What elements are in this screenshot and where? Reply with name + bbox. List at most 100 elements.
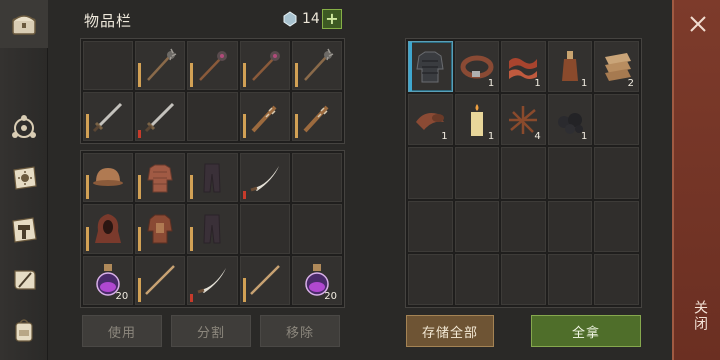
inventory-slot[interactable] — [83, 204, 134, 254]
container-slot[interactable] — [594, 253, 639, 305]
gem-count: 14 — [302, 11, 320, 27]
container-slot[interactable] — [501, 253, 546, 305]
durability-bar — [190, 293, 194, 302]
inventory-slot[interactable] — [291, 204, 342, 254]
container-slot[interactable] — [501, 200, 546, 252]
chest-icon[interactable] — [6, 6, 42, 42]
container-slot[interactable] — [547, 253, 593, 305]
split-button[interactable]: 分割 — [171, 315, 251, 347]
item-quantity: 1 — [581, 131, 588, 143]
inventory-slot[interactable] — [239, 153, 290, 203]
container-slot[interactable] — [547, 147, 593, 199]
inventory-slot[interactable] — [239, 204, 290, 254]
inventory-slot[interactable] — [187, 153, 238, 203]
inventory-slot[interactable] — [291, 153, 342, 203]
durability-bar — [242, 277, 246, 302]
durability-bar — [86, 175, 89, 200]
sun-scroll-icon[interactable] — [6, 160, 42, 196]
close-panel[interactable]: 关闭 — [672, 0, 720, 360]
container-slot[interactable] — [454, 253, 500, 305]
container-slot[interactable] — [501, 147, 546, 199]
weapon-slot[interactable] — [135, 41, 186, 90]
container-slot[interactable]: 1 — [408, 94, 453, 146]
inventory-slot[interactable] — [187, 204, 238, 254]
equipment-weapons-grid — [80, 38, 345, 144]
inventory-slot[interactable] — [187, 255, 238, 305]
durability-bar — [190, 226, 194, 251]
container-slot[interactable]: 1 — [454, 94, 500, 146]
inventory-slot[interactable]: 20 — [83, 255, 134, 305]
close-label[interactable]: 关闭 — [690, 300, 710, 332]
durability-bar — [138, 175, 142, 200]
compass-icon[interactable] — [6, 110, 42, 146]
durability-bar — [86, 114, 89, 138]
item-quantity: 1 — [487, 131, 495, 143]
durability-bar — [242, 114, 246, 138]
weapon-slot[interactable] — [135, 92, 186, 141]
item-quantity: 1 — [581, 78, 588, 90]
weapon-slot[interactable] — [239, 41, 290, 90]
item-quantity: 4 — [534, 131, 541, 143]
container-slot[interactable] — [547, 200, 593, 252]
container-slot[interactable] — [594, 147, 639, 199]
inventory-slot[interactable] — [135, 204, 186, 254]
item-quantity: 2 — [627, 78, 634, 90]
remove-button[interactable]: 移除 — [260, 315, 340, 347]
container-slot[interactable]: 1 — [454, 41, 500, 93]
weapon-slot[interactable] — [83, 92, 134, 141]
container-slot[interactable] — [594, 94, 639, 146]
durability-bar — [294, 63, 298, 87]
container-slot[interactable] — [408, 253, 453, 305]
durability-bar — [190, 175, 194, 200]
weapon-slot[interactable] — [291, 92, 342, 141]
use-button[interactable]: 使用 — [82, 315, 162, 347]
container-slot[interactable]: 4 — [501, 94, 546, 146]
durability-bar — [138, 63, 142, 87]
inventory-slot[interactable] — [135, 255, 186, 305]
container-slot[interactable] — [594, 200, 639, 252]
inventory-slot[interactable] — [239, 255, 290, 305]
scroll-feather-icon[interactable] — [6, 262, 42, 298]
take-all-button[interactable]: 全拿 — [531, 315, 641, 347]
item-quantity: 1 — [534, 78, 541, 90]
hammer-icon[interactable] — [6, 212, 42, 248]
inventory-slot[interactable] — [135, 153, 186, 203]
durability-bar — [86, 226, 89, 251]
weapon-slot[interactable] — [291, 41, 342, 90]
weapon-slot[interactable] — [187, 92, 238, 141]
inventory-slot[interactable] — [83, 153, 134, 203]
weapon-slot[interactable] — [239, 92, 290, 141]
container-slot[interactable] — [408, 147, 453, 199]
durability-bar — [242, 191, 246, 200]
item-quantity: 1 — [487, 78, 495, 90]
container-slot[interactable]: 2 — [594, 41, 639, 93]
item-quantity: 20 — [115, 290, 129, 302]
container-slot[interactable] — [408, 200, 453, 252]
container-slot[interactable] — [408, 41, 453, 93]
durability-bar — [138, 277, 142, 302]
durability-bar — [242, 63, 246, 87]
weapon-slot[interactable] — [83, 41, 134, 90]
durability-bar — [138, 130, 142, 138]
inventory-grid: 20 20 — [80, 150, 345, 308]
container-slot[interactable]: 1 — [547, 94, 593, 146]
inventory-slot[interactable]: 20 — [291, 255, 342, 305]
item-quantity: 20 — [324, 290, 337, 302]
inventory-title: 物品栏 — [84, 12, 133, 30]
backpack-icon[interactable] — [6, 312, 42, 348]
durability-bar — [138, 226, 142, 251]
durability-bar — [190, 63, 194, 87]
container-grid: 1 1 1 2 1 1 4 1 — [405, 38, 642, 308]
container-slot[interactable]: 1 — [501, 41, 546, 93]
weapon-slot[interactable] — [187, 41, 238, 90]
side-nav-rail — [0, 0, 48, 360]
container-slot[interactable] — [454, 147, 500, 199]
item-quantity: 1 — [441, 131, 448, 143]
container-slot[interactable]: 1 — [547, 41, 593, 93]
container-slot[interactable] — [454, 200, 500, 252]
add-gems-button[interactable]: + — [322, 9, 342, 29]
durability-bar — [294, 114, 298, 138]
store-all-button[interactable]: 存储全部 — [406, 315, 494, 347]
gem-icon — [283, 11, 297, 27]
close-icon[interactable] — [686, 12, 710, 36]
